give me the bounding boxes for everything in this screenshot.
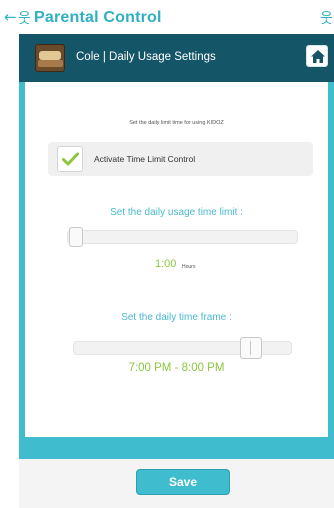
save-button[interactable]: Save [136, 469, 230, 495]
checkmark-icon [62, 152, 79, 166]
usage-limit-unit: Hours [182, 264, 196, 270]
activate-time-limit-checkbox[interactable] [57, 146, 83, 172]
usage-limit-value: 1:00 [155, 258, 177, 270]
profile-icon[interactable]: 웃 [320, 8, 333, 28]
avatar [35, 44, 65, 72]
instruction-text: Set the daily limit time for using KIDOZ [129, 120, 224, 126]
dialog-title: Cole | Daily Usage Settings [76, 51, 216, 63]
back-arrow-icon[interactable]: ← [4, 8, 17, 26]
time-frame-heading: Set the daily time frame : [121, 312, 232, 323]
app-title: Parental Control [34, 9, 162, 26]
usage-limit-slider-handle[interactable] [69, 227, 83, 247]
home-icon [311, 50, 325, 63]
home-button[interactable] [306, 45, 328, 67]
usage-limit-heading: Set the daily usage time limit : [110, 207, 243, 218]
settings-panel [25, 82, 328, 437]
time-frame-slider-handle[interactable] [240, 337, 262, 359]
app-logo-icon: 웃 [18, 11, 31, 27]
activate-time-limit-label: Activate Time Limit Control [94, 154, 196, 164]
usage-limit-slider-track[interactable] [67, 230, 298, 244]
time-frame-value: 7:00 PM - 8:00 PM [128, 362, 225, 374]
